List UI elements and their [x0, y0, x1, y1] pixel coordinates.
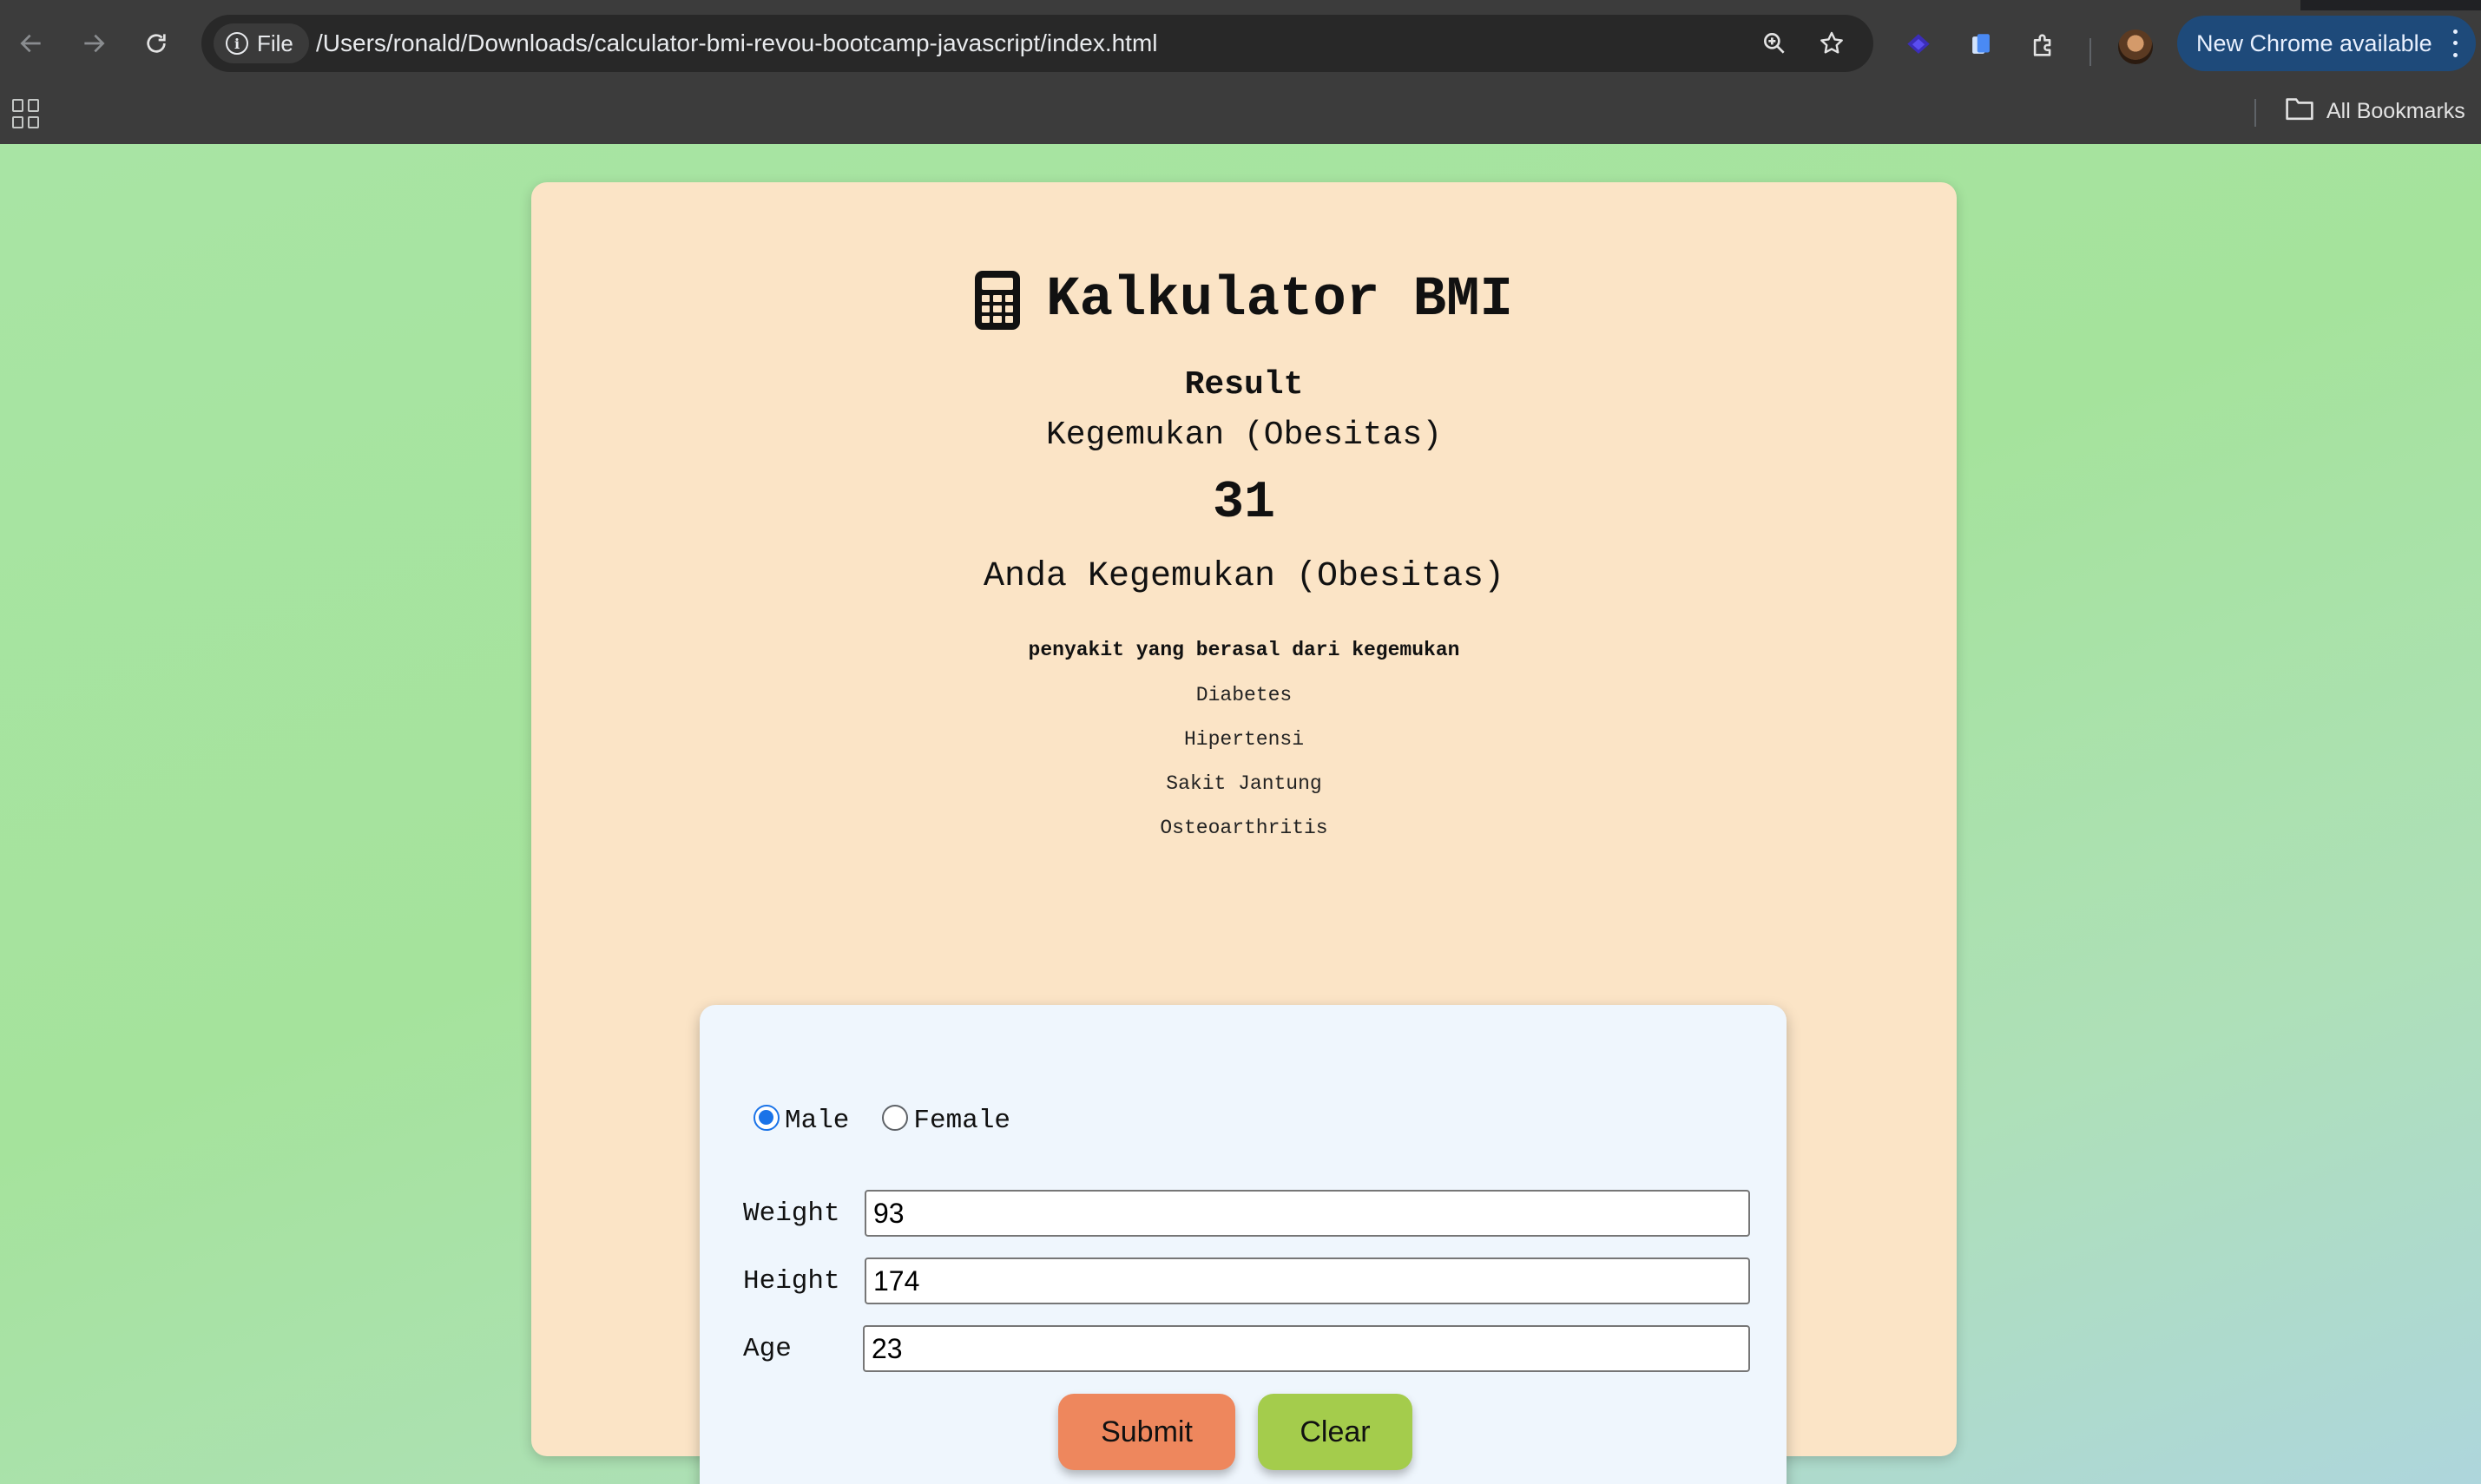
back-icon — [20, 34, 41, 53]
zoom-button[interactable] — [1757, 26, 1792, 61]
extension-purple-button[interactable] — [1899, 26, 1938, 64]
submit-button[interactable]: Submit — [1058, 1394, 1235, 1470]
site-info-chip[interactable]: i File — [214, 23, 309, 63]
disease-list: Diabetes Hipertensi Sakit Jantung Osteoa… — [531, 682, 1957, 859]
male-radio[interactable] — [754, 1104, 780, 1131]
bmi-value: 31 — [1212, 474, 1275, 533]
bookmarks-bar: All Bookmarks — [0, 76, 2481, 144]
result-label: Result — [1184, 366, 1304, 404]
site-chip-label: File — [257, 30, 293, 56]
list-item: Sakit Jantung — [1166, 772, 1322, 795]
address-bar[interactable]: i File /Users/ronald/Downloads/calculato… — [201, 15, 1873, 72]
male-label[interactable]: Male — [785, 1106, 849, 1136]
all-bookmarks-button[interactable]: All Bookmarks — [2285, 92, 2465, 130]
reload-button[interactable] — [132, 19, 181, 68]
update-label: New Chrome available — [2196, 30, 2432, 56]
zoom-icon — [1764, 32, 1785, 54]
gender-radio-group: Male Female — [754, 1104, 1010, 1136]
tab-strip — [0, 0, 2481, 10]
active-tab[interactable] — [0, 0, 2300, 10]
bookmark-star-button[interactable] — [1814, 26, 1849, 61]
weight-input[interactable]: 93 — [865, 1190, 1750, 1237]
clear-button[interactable]: Clear — [1258, 1394, 1412, 1470]
page-viewport: Kalkulator BMI Result Kegemukan (Obesita… — [0, 144, 2481, 1484]
bmi-form: Male Female Weight 93 Height 174 Age 23 … — [700, 1005, 1787, 1484]
extension-doc-button[interactable] — [1962, 26, 2000, 64]
back-button[interactable] — [7, 19, 56, 68]
extension-purple-icon — [1907, 34, 1930, 54]
weight-label: Weight — [743, 1198, 840, 1229]
bookmarks-divider — [2254, 99, 2256, 127]
all-bookmarks-label: All Bookmarks — [2326, 98, 2465, 123]
forward-button[interactable] — [69, 19, 118, 68]
calculator-icon — [975, 271, 1021, 330]
female-label[interactable]: Female — [913, 1106, 1010, 1136]
page-title: Kalkulator BMI — [1046, 269, 1513, 332]
browser-toolbar: i File /Users/ronald/Downloads/calculato… — [0, 10, 2481, 76]
extensions-button[interactable] — [2024, 26, 2063, 64]
update-chrome-button[interactable]: New Chrome available — [2177, 16, 2476, 71]
height-input[interactable]: 174 — [865, 1257, 1750, 1304]
folder-icon — [2285, 95, 2314, 128]
apps-grid-icon[interactable] — [12, 99, 42, 128]
list-item: Diabetes — [1195, 684, 1293, 706]
extension-doc-icon — [1972, 34, 1990, 54]
female-radio[interactable] — [882, 1104, 909, 1131]
age-input[interactable]: 23 — [863, 1325, 1750, 1372]
bmi-message: Anda Kegemukan (Obesitas) — [983, 557, 1505, 596]
height-row: Height 174 — [743, 1257, 1750, 1305]
url-text[interactable]: /Users/ronald/Downloads/calculator-bmi-r… — [316, 15, 1158, 72]
toolbar-divider — [2089, 38, 2091, 66]
button-row: Submit Clear — [700, 1394, 1787, 1470]
star-icon — [1820, 31, 1843, 54]
weight-row: Weight 93 — [743, 1189, 1750, 1238]
avatar[interactable] — [2118, 30, 2153, 64]
bmi-card: Kalkulator BMI Result Kegemukan (Obesita… — [531, 182, 1957, 1484]
age-row: Age 23 — [743, 1324, 1750, 1373]
reload-icon — [147, 34, 166, 53]
info-icon: i — [226, 32, 248, 55]
age-label: Age — [743, 1333, 792, 1364]
height-label: Height — [743, 1265, 840, 1297]
disease-heading: penyakit yang berasal dari kegemukan — [1028, 639, 1460, 661]
forward-icon — [84, 34, 105, 53]
title-row: Kalkulator BMI — [531, 269, 1957, 332]
list-item: Osteoarthritis — [1160, 817, 1328, 839]
menu-dots-icon[interactable] — [2446, 26, 2464, 61]
bmi-category: Kegemukan (Obesitas) — [1045, 417, 1443, 454]
list-item: Hipertensi — [1183, 728, 1305, 751]
extensions-puzzle-icon — [2033, 34, 2051, 56]
